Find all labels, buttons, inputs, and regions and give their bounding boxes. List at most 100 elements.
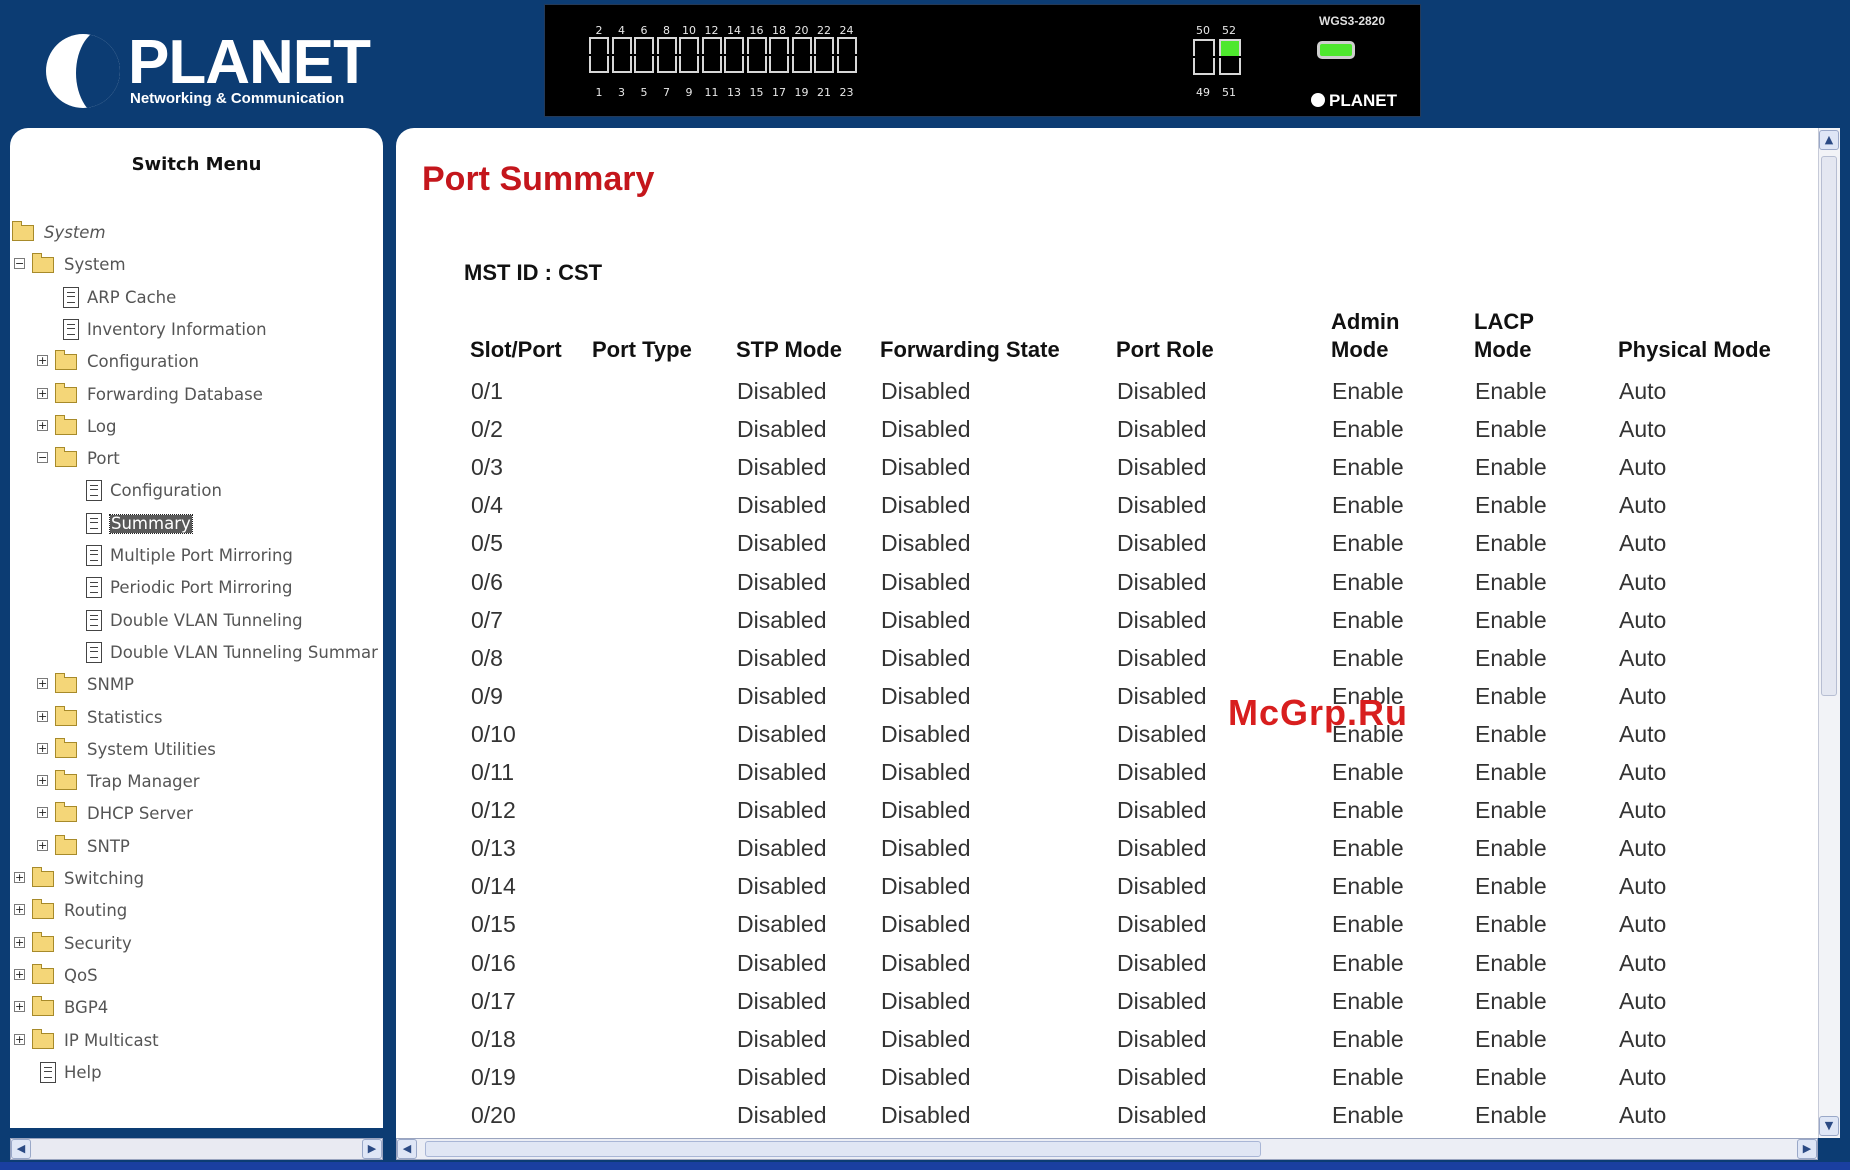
port-icon[interactable] [746,56,767,73]
switch-front-panel[interactable]: WGS3-2820 PLANET 2 1 4 3 6 5 8 7 10 9 12 11 14 13 16 15… [544,4,1421,117]
port-icon[interactable] [769,56,789,73]
expand-icon[interactable]: + [37,742,48,754]
table-cell: Enable [1332,949,1404,976]
port-icon[interactable] [746,37,767,54]
table-cell: Disabled [737,606,827,633]
table-cell: Disabled [881,492,971,519]
table-cell: Enable [1475,1063,1547,1090]
menu-item-label: Double VLAN Tunneling [110,610,303,630]
collapse-icon[interactable]: − [37,452,48,464]
expand-icon[interactable]: + [14,936,25,948]
port-icon[interactable] [589,56,609,73]
table-cell: Auto [1619,797,1667,824]
table-cell: Disabled [881,949,971,976]
scroll-right-icon[interactable]: ▶ [1797,1139,1817,1159]
table-cell: Enable [1332,1025,1404,1052]
folder-icon [32,899,54,920]
scroll-up-icon[interactable]: ▲ [1819,130,1839,150]
expand-icon[interactable]: + [37,775,48,787]
port-icon[interactable] [814,37,834,54]
vertical-scrollbar[interactable]: ▲ ▼ [1818,128,1840,1138]
expand-icon[interactable]: + [37,355,48,367]
port-icon[interactable] [724,37,744,54]
table-cell: Disabled [737,530,827,557]
table-cell: Disabled [1117,492,1207,519]
column-header: STP Mode [736,337,842,362]
sfp-port-icon[interactable] [1193,39,1215,56]
table-cell: Disabled [737,911,827,938]
folder-icon [32,931,54,952]
table-cell: Disabled [1117,835,1207,862]
port-icon[interactable] [701,37,722,54]
column-header: Port Role [1116,337,1214,362]
table-cell: Disabled [1117,416,1207,443]
watermark: McGrp.Ru [1228,692,1409,733]
table-cell: Enable [1475,492,1547,519]
horizontal-scrollbar[interactable]: ◀ ▶ [396,1138,1818,1160]
expand-icon[interactable]: + [37,839,48,851]
menu-item-label: System Utilities [87,739,216,759]
port-icon[interactable] [791,37,812,54]
table-cell: 0/20 [471,1101,516,1128]
port-icon[interactable] [634,37,654,54]
port-icon[interactable] [589,37,609,54]
table-cell: Disabled [881,987,971,1014]
expand-icon[interactable]: + [37,678,48,690]
table-cell: Enable [1332,530,1404,557]
expand-icon[interactable]: + [37,419,48,431]
scroll-down-icon[interactable]: ▼ [1819,1116,1839,1136]
expand-icon[interactable]: + [37,710,48,722]
page-icon [86,577,102,599]
expand-icon[interactable]: + [14,1033,25,1045]
expand-icon[interactable]: + [14,872,25,883]
table-cell: Enable [1475,644,1547,671]
scroll-left-icon[interactable]: ◀ [11,1139,31,1159]
table-cell: 0/14 [471,873,516,900]
expand-icon[interactable]: + [14,1001,25,1013]
expand-icon[interactable]: + [37,807,48,819]
sfp-port-icon[interactable] [1193,58,1215,75]
column-header: Forwarding State [880,337,1060,362]
table-cell: Disabled [1117,644,1207,671]
table-cell: Auto [1619,720,1667,747]
table-cell: Auto [1619,378,1667,404]
menu-item-label: Switching [64,869,145,888]
port-icon[interactable] [611,56,632,73]
table-cell: Auto [1619,568,1667,595]
port-icon[interactable] [656,56,677,73]
menu-item-label: Trap Manager [87,772,200,792]
port-icon[interactable] [836,56,857,73]
port-icon[interactable] [611,37,632,54]
vertical-scroll-thumb[interactable] [1821,156,1837,696]
port-icon[interactable] [769,37,789,54]
table-cell: Auto [1619,1101,1667,1128]
table-cell: Auto [1619,987,1667,1014]
sidebar-horizontal-scrollbar[interactable]: ◀ ▶ [10,1138,383,1160]
port-icon[interactable] [634,56,654,73]
port-icon[interactable] [701,56,722,73]
scroll-right-icon[interactable]: ▶ [362,1139,382,1159]
scroll-left-icon[interactable]: ◀ [397,1139,417,1159]
port-icon[interactable] [724,56,744,73]
menu-item-label: SNMP [87,675,135,695]
expand-icon[interactable]: + [37,387,48,399]
sfp-port-label: 49 [1196,86,1210,99]
horizontal-scroll-thumb[interactable] [425,1141,1261,1157]
page-icon [40,1061,56,1083]
table-cell: 0/9 [471,682,503,709]
port-icon[interactable] [679,56,699,73]
table-cell: Enable [1475,797,1547,824]
expand-icon[interactable]: + [14,904,25,916]
sfp-port-icon[interactable] [1219,39,1241,56]
port-icon[interactable] [656,37,677,54]
page-title: Port Summary [422,160,655,198]
expand-icon[interactable]: + [14,968,25,980]
port-icon[interactable] [679,37,699,54]
table-cell: Enable [1332,987,1404,1014]
port-icon[interactable] [814,56,834,73]
port-icon[interactable] [836,37,857,54]
port-icon[interactable] [791,56,812,73]
sfp-port-icon[interactable] [1219,58,1241,75]
table-cell: Disabled [1117,949,1207,976]
collapse-icon[interactable]: − [14,258,25,270]
